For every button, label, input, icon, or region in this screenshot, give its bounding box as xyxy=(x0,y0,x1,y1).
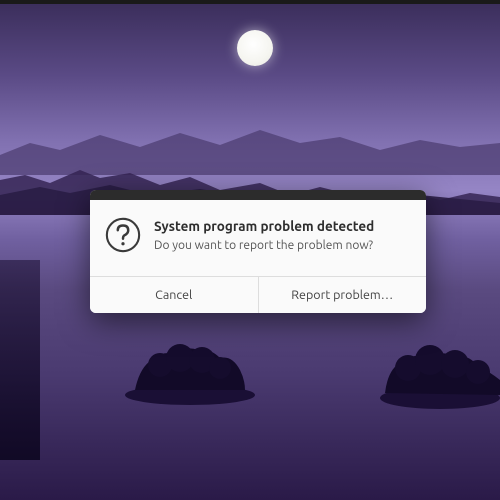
dialog-titlebar[interactable] xyxy=(90,190,426,200)
report-problem-button[interactable]: Report problem… xyxy=(259,277,427,313)
wallpaper-moon xyxy=(237,30,273,66)
cancel-button[interactable]: Cancel xyxy=(90,277,259,313)
wallpaper-shore-left xyxy=(0,260,40,460)
wallpaper-island-right xyxy=(360,330,500,410)
dialog-body: System program problem detected Do you w… xyxy=(90,200,426,276)
wallpaper-island-left xyxy=(120,330,260,405)
help-icon xyxy=(104,216,142,258)
error-dialog: System program problem detected Do you w… xyxy=(90,190,426,313)
dialog-title: System program problem detected xyxy=(154,218,408,234)
dialog-button-row: Cancel Report problem… xyxy=(90,276,426,313)
top-panel xyxy=(0,0,500,4)
dialog-text: System program problem detected Do you w… xyxy=(154,216,408,252)
dialog-subtitle: Do you want to report the problem now? xyxy=(154,239,408,252)
